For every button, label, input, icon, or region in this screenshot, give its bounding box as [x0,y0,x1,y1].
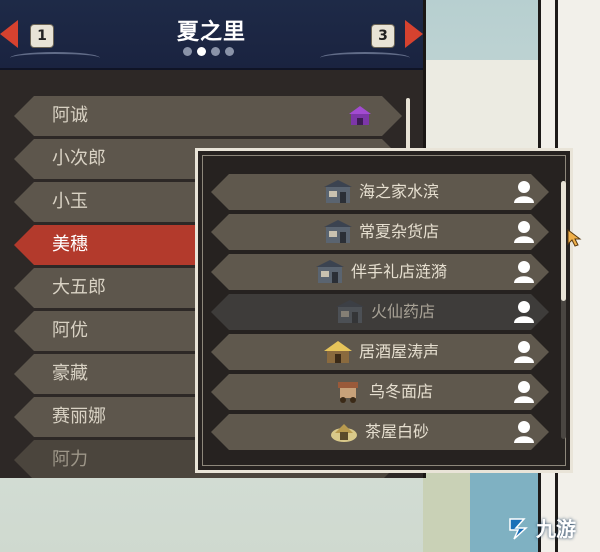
person-icon [514,221,534,243]
next-key-badge: 3 [371,24,395,48]
tea-house-icon [331,424,357,442]
person-icon [514,261,534,283]
page-dot[interactable] [211,47,220,56]
panel-header: 1 夏之里 3 [0,0,423,70]
next-page-arrow-icon[interactable] [405,20,423,48]
shop-select-popup: 海之家水滨 常夏杂货店 伴手礼店涟漪 火仙药店 居酒屋涛声 乌冬面店 茶屋白砂 [195,148,573,473]
villager-name: 赛丽娜 [52,406,106,427]
villager-name: 大五郎 [52,277,106,298]
shop-name: 常夏杂货店 [359,222,440,241]
person-icon [514,341,534,363]
shop-name: 居酒屋涛声 [359,342,440,361]
thatched-house-icon [324,341,352,363]
shop-name: 火仙药店 [371,302,436,321]
villager-name: 小玉 [52,191,88,212]
person-icon [514,381,534,403]
shop-item[interactable]: 海之家水滨 [211,174,549,210]
villager-name: 阿诚 [52,105,88,126]
purple-house-icon [349,106,371,125]
person-icon [514,301,534,323]
shop-name: 伴手礼店涟漪 [351,262,448,281]
villager-name: 小次郎 [52,148,106,169]
person-icon [514,421,534,443]
shop-building-icon [336,300,364,323]
hand-cursor-icon [567,229,582,247]
shop-name: 乌冬面店 [369,382,434,401]
watermark-logo-icon [509,517,528,540]
shop-name: 海之家水滨 [359,182,440,201]
villager-name: 阿优 [52,320,88,341]
watermark-text: 九游 [536,517,576,541]
page-dot[interactable] [183,47,192,56]
page-indicator [183,47,234,56]
shop-item[interactable]: 伴手礼店涟漪 [211,254,549,290]
page-title: 夏之里 [176,20,246,45]
page-dot-active[interactable] [197,47,206,56]
shop-building-icon [316,260,344,283]
shop-name: 茶屋白砂 [365,422,430,441]
villager-name: 美穗 [52,234,88,255]
villager-item[interactable]: 阿诚 [14,96,402,136]
shop-building-icon [324,180,352,203]
shop-item[interactable]: 常夏杂货店 [211,214,549,250]
wave-decoration [10,52,100,64]
watermark: 九游 [506,513,576,542]
shop-building-icon [324,220,352,243]
person-icon [514,181,534,203]
wave-decoration [320,52,410,64]
villager-name: 豪藏 [52,363,88,384]
shop-item[interactable]: 居酒屋涛声 [211,334,549,370]
shop-item-disabled[interactable]: 火仙药店 [211,294,549,330]
shop-item[interactable]: 茶屋白砂 [211,414,549,450]
villager-name: 阿力 [52,449,88,470]
shop-item[interactable]: 乌冬面店 [211,374,549,410]
page-dot[interactable] [225,47,234,56]
food-cart-icon [338,382,358,403]
